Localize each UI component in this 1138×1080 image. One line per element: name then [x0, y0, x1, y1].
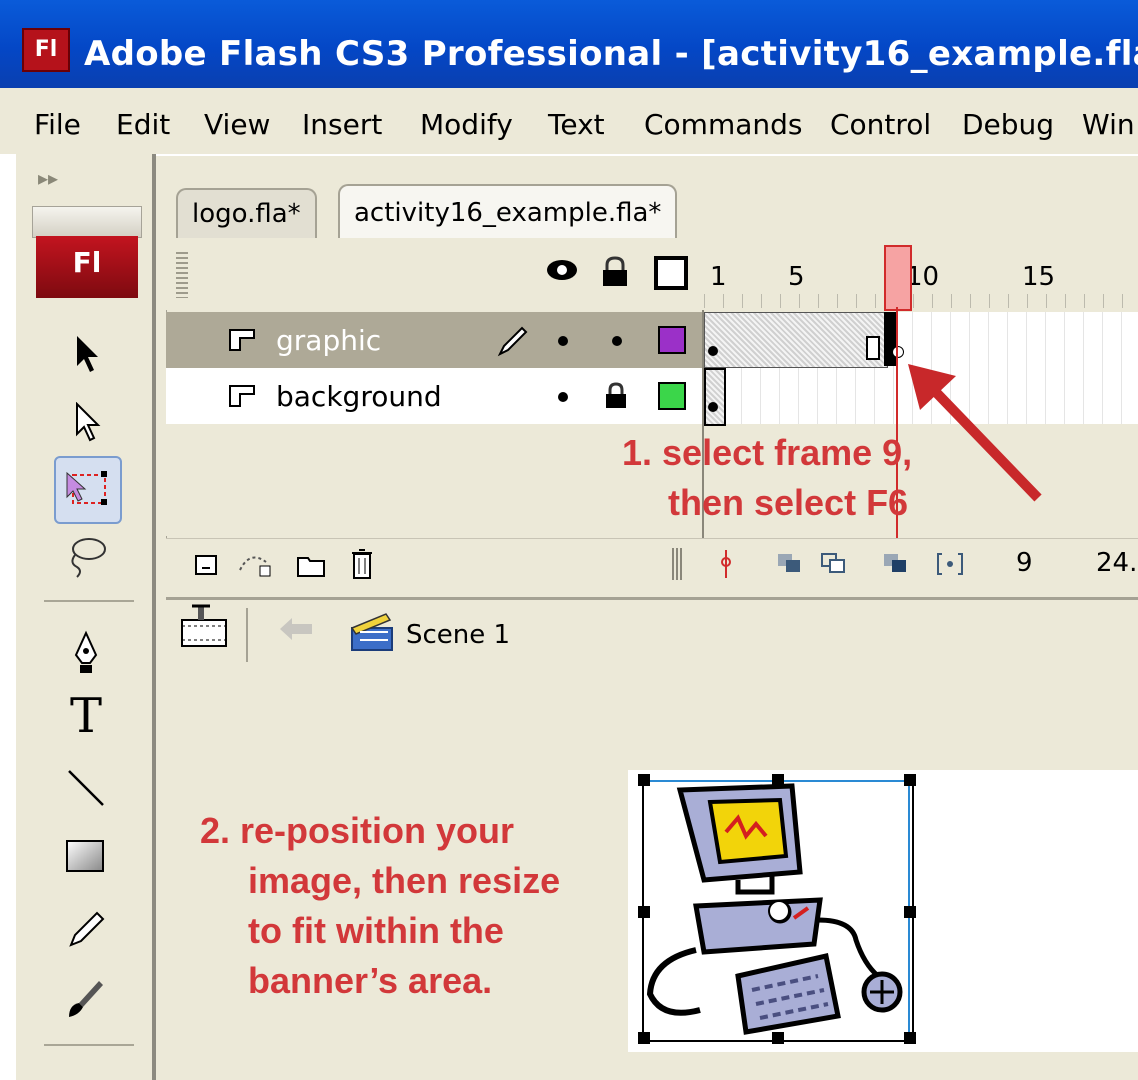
annotation-arrow [908, 364, 1042, 502]
scene-label[interactable]: Scene 1 [406, 620, 510, 650]
tools-divider [44, 600, 134, 602]
end-frame-marker [866, 336, 880, 360]
transform-handle[interactable] [638, 906, 650, 918]
frame-number-1: 1 [710, 262, 727, 292]
layer-color-swatch[interactable] [658, 382, 686, 410]
annotation-step2-line4: banner’s area. [248, 960, 493, 1001]
outline-icon[interactable] [654, 256, 688, 290]
tools-logo: Fl [36, 236, 138, 298]
transform-point[interactable] [768, 900, 790, 922]
transform-handle[interactable] [772, 774, 784, 786]
transform-handle[interactable] [638, 774, 650, 786]
keyframe-9[interactable] [892, 346, 904, 358]
lasso-tool-icon[interactable] [54, 524, 118, 588]
annotation-step2-line3: to fit within the [248, 910, 504, 951]
eye-icon[interactable] [544, 256, 580, 288]
title-bar[interactable]: Fl Adobe Flash CS3 Professional - [activ… [0, 0, 1138, 88]
lock-icon[interactable] [604, 382, 628, 410]
back-arrow-icon[interactable] [276, 616, 316, 642]
pencil-icon [497, 326, 528, 357]
onion-skin-outlines-icon[interactable] [820, 552, 848, 576]
annotation-step1-line1: 1. select frame 9, [622, 432, 913, 473]
transform-handle[interactable] [638, 1032, 650, 1044]
background-keyframe[interactable] [704, 368, 726, 426]
app-icon: Fl [22, 28, 70, 72]
layer-icon [229, 385, 255, 407]
transform-handle[interactable] [904, 1032, 916, 1044]
tools-header [32, 206, 142, 238]
center-frame-icon[interactable] [718, 548, 734, 580]
subselection-tool-icon[interactable] [54, 390, 118, 454]
visibility-dot[interactable] [558, 392, 568, 402]
layer-name: graphic [276, 324, 382, 357]
footer-grip[interactable] [672, 548, 682, 580]
tools-panel: ▸▸ Fl T [16, 154, 156, 1080]
selection-tool-icon[interactable] [54, 322, 118, 386]
annotation-step2-line1: 2. re-position your [200, 810, 515, 851]
clapperboard-icon [350, 613, 393, 651]
menu-control[interactable]: Control [830, 108, 931, 141]
menu-file[interactable]: File [34, 108, 81, 141]
free-transform-tool-icon[interactable] [54, 456, 122, 524]
window-title: Adobe Flash CS3 Professional - [activity… [84, 34, 1138, 74]
annotation-step2-line2: image, then resize [248, 860, 561, 901]
frame-number-15: 15 [1022, 262, 1056, 292]
current-frame-readout: 9 [1016, 548, 1033, 578]
modify-onion-markers-icon[interactable] [936, 552, 964, 576]
tween-span[interactable] [704, 312, 888, 368]
transform-handle[interactable] [904, 774, 916, 786]
menu-window[interactable]: Win [1082, 108, 1135, 141]
transform-handle[interactable] [904, 906, 916, 918]
tools-divider [44, 1044, 134, 1046]
edit-bar-separator [246, 608, 248, 662]
frame-ruler[interactable] [704, 294, 1138, 308]
frame-rate-readout: 24. [1096, 548, 1138, 578]
frame-number-5: 5 [788, 262, 805, 292]
layer-icon [229, 329, 255, 351]
layer-color-swatch[interactable] [658, 326, 686, 354]
trash-icon[interactable] [350, 548, 374, 580]
pen-tool-icon[interactable] [54, 622, 118, 686]
layer-background[interactable]: background [166, 368, 704, 424]
text-tool-icon[interactable]: T [54, 684, 118, 748]
menu-commands[interactable]: Commands [644, 108, 803, 141]
layer-name: background [276, 380, 442, 413]
menu-view[interactable]: View [204, 108, 270, 141]
menu-modify[interactable]: Modify [420, 108, 513, 141]
edit-multiple-frames-icon[interactable] [882, 552, 910, 576]
menu-insert[interactable]: Insert [302, 108, 382, 141]
menu-debug[interactable]: Debug [962, 108, 1054, 141]
flash-window: Fl Adobe Flash CS3 Professional - [activ… [0, 0, 1138, 1080]
panel-collapse-icon[interactable]: ▸▸ [38, 166, 58, 190]
tab-logo[interactable]: logo.fla* [176, 188, 317, 238]
keyframe-1[interactable] [708, 346, 718, 356]
annotation-step1-line2: then select F6 [668, 482, 909, 523]
window-edge [0, 154, 16, 1080]
tab-activity16-example[interactable]: activity16_example.fla* [338, 184, 678, 240]
menu-bar: File Edit View Insert Modify Text Comman… [0, 88, 1138, 155]
lock-dot[interactable] [612, 336, 622, 346]
timeline-grip[interactable] [176, 252, 188, 298]
transform-handle[interactable] [772, 1032, 784, 1044]
lock-icon[interactable] [600, 256, 630, 292]
line-tool-icon[interactable] [54, 756, 118, 820]
rectangle-tool-icon[interactable] [54, 826, 118, 890]
layer-graphic[interactable]: graphic [166, 312, 704, 368]
insert-folder-icon[interactable] [296, 554, 326, 578]
menu-edit[interactable]: Edit [116, 108, 170, 141]
frame-9-selected[interactable] [884, 312, 896, 366]
ink-bottle-tool-icon[interactable] [54, 1054, 118, 1080]
insert-layer-icon[interactable] [194, 554, 220, 578]
pencil-tool-icon[interactable] [54, 896, 118, 960]
onion-skin-icon[interactable] [776, 552, 804, 576]
menu-text[interactable]: Text [548, 108, 605, 141]
timeline-toggle-icon[interactable] [178, 604, 230, 652]
brush-tool-icon[interactable] [54, 966, 118, 1030]
visibility-dot[interactable] [558, 336, 568, 346]
add-motion-guide-icon[interactable] [236, 548, 272, 578]
playhead[interactable] [884, 245, 912, 311]
keyframe-1-bg[interactable] [708, 402, 718, 412]
